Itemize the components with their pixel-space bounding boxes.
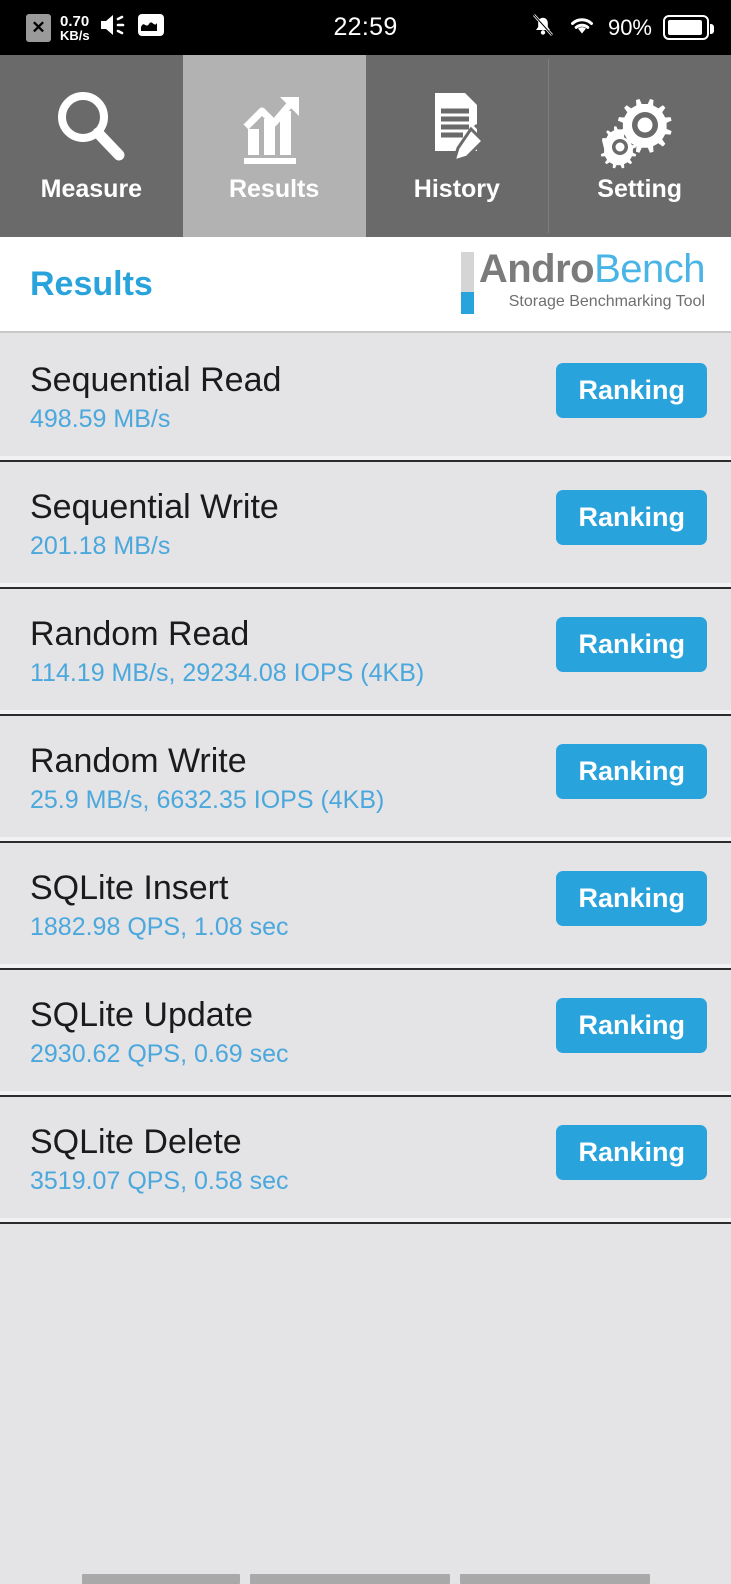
ranking-button[interactable]: Ranking xyxy=(556,871,707,926)
page-title: Results xyxy=(30,264,153,303)
result-text: SQLite Insert 1882.98 QPS, 1.08 sec xyxy=(30,869,289,942)
logo-text: AndroBench Storage Benchmarking Tool xyxy=(478,247,706,311)
result-value: 2930.62 QPS, 0.69 sec xyxy=(30,1040,289,1069)
result-title: Sequential Write xyxy=(30,487,279,526)
nav-recents-handle[interactable] xyxy=(460,1574,650,1584)
tab-measure[interactable]: Measure xyxy=(0,55,183,237)
ranking-button[interactable]: Ranking xyxy=(556,617,707,672)
ranking-button[interactable]: Ranking xyxy=(556,744,707,799)
result-title: Sequential Read xyxy=(30,360,282,399)
ranking-button[interactable]: Ranking xyxy=(556,363,707,418)
tab-results[interactable]: Results xyxy=(182,55,366,237)
result-value: 25.9 MB/s, 6632.35 IOPS (4KB) xyxy=(30,786,385,815)
table-row[interactable]: Random Read 114.19 MB/s, 29234.08 IOPS (… xyxy=(0,589,731,716)
document-pencil-icon xyxy=(415,81,499,173)
phone-screen: ✕ 0.70 KB/s 22:59 90% Measure Results Hi… xyxy=(0,0,731,1584)
table-row[interactable]: Sequential Write 201.18 MB/s Ranking xyxy=(0,462,731,589)
logo-bench: Bench xyxy=(594,247,705,291)
tab-setting[interactable]: Setting xyxy=(548,55,731,237)
result-value: 201.18 MB/s xyxy=(30,532,171,561)
tab-measure-label: Measure xyxy=(40,175,143,203)
battery-percent-label: 90% xyxy=(607,14,652,40)
result-title: SQLite Insert xyxy=(30,868,229,907)
result-value: 1882.98 QPS, 1.08 sec xyxy=(30,913,289,942)
logo-wordmark: AndroBench xyxy=(478,247,706,291)
gears-icon xyxy=(598,81,682,173)
nav-home-handle[interactable] xyxy=(250,1574,450,1584)
ranking-button[interactable]: Ranking xyxy=(556,1125,707,1180)
androbench-logo: AndroBench Storage Benchmarking Tool xyxy=(460,247,706,314)
result-title: SQLite Update xyxy=(30,995,254,1034)
status-bar: ✕ 0.70 KB/s 22:59 90% xyxy=(0,0,731,55)
logo-bar-icon xyxy=(460,252,474,314)
result-value: 498.59 MB/s xyxy=(30,405,171,434)
logo-andro: Andro xyxy=(478,247,595,291)
table-row[interactable]: SQLite Insert 1882.98 QPS, 1.08 sec Rank… xyxy=(0,843,731,970)
wifi-icon xyxy=(567,13,597,43)
ranking-button[interactable]: Ranking xyxy=(556,490,707,545)
result-text: SQLite Delete 3519.07 QPS, 0.58 sec xyxy=(30,1123,289,1196)
system-navigation-bar xyxy=(0,1546,731,1584)
status-bar-right: 90% xyxy=(530,12,714,44)
battery-icon xyxy=(663,15,714,40)
table-row[interactable]: SQLite Delete 3519.07 QPS, 0.58 sec Rank… xyxy=(0,1097,731,1224)
page-header: Results AndroBench Storage Benchmarking … xyxy=(0,237,731,333)
result-text: Random Write 25.9 MB/s, 6632.35 IOPS (4K… xyxy=(30,742,384,815)
result-value: 3519.07 QPS, 0.58 sec xyxy=(30,1167,289,1196)
tab-results-label: Results xyxy=(228,175,320,203)
magnifier-icon xyxy=(49,81,133,173)
main-tab-bar: Measure Results History Setting xyxy=(0,55,731,237)
result-text: SQLite Update 2930.62 QPS, 0.69 sec xyxy=(30,996,289,1069)
nav-back-handle[interactable] xyxy=(82,1574,240,1584)
result-title: Random Write xyxy=(30,741,247,780)
result-value: 114.19 MB/s, 29234.08 IOPS (4KB) xyxy=(30,659,425,688)
result-text: Sequential Read 498.59 MB/s xyxy=(30,361,281,434)
tab-setting-label: Setting xyxy=(597,175,682,203)
bell-slash-icon xyxy=(530,12,556,44)
tab-history[interactable]: History xyxy=(365,55,549,237)
ranking-button[interactable]: Ranking xyxy=(556,998,707,1053)
result-text: Sequential Write 201.18 MB/s xyxy=(30,488,279,561)
result-text: Random Read 114.19 MB/s, 29234.08 IOPS (… xyxy=(30,615,424,688)
table-row[interactable]: Random Write 25.9 MB/s, 6632.35 IOPS (4K… xyxy=(0,716,731,843)
bar-chart-arrow-icon xyxy=(232,81,316,173)
tab-history-label: History xyxy=(413,175,500,203)
result-title: Random Read xyxy=(30,614,250,653)
table-row[interactable]: SQLite Update 2930.62 QPS, 0.69 sec Rank… xyxy=(0,970,731,1097)
result-title: SQLite Delete xyxy=(30,1122,242,1161)
results-list: Sequential Read 498.59 MB/s Ranking Sequ… xyxy=(0,335,731,1224)
table-row[interactable]: Sequential Read 498.59 MB/s Ranking xyxy=(0,335,731,462)
logo-tagline: Storage Benchmarking Tool xyxy=(508,293,705,310)
